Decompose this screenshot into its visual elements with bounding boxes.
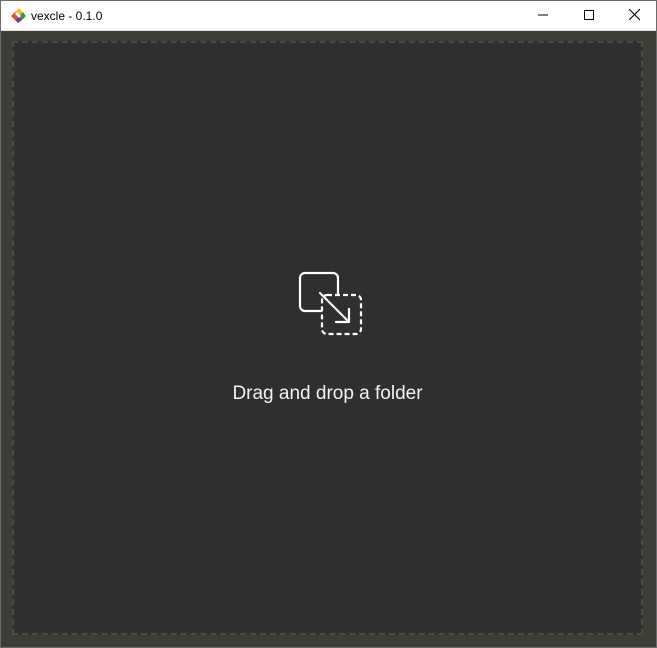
close-button[interactable] [611,1,657,30]
app-window: vexcle - 0.1.0 Drag and drop a folder [0,0,657,648]
close-icon [628,7,640,25]
maximize-button[interactable] [566,1,612,30]
drop-instruction: Drag and drop a folder [232,383,423,404]
title-bar[interactable]: vexcle - 0.1.0 [1,1,656,31]
window-title: vexcle - 0.1.0 [31,9,103,23]
maximize-icon [584,7,594,25]
drag-drop-icon [298,271,364,337]
main-content: Drag and drop a folder [1,31,656,647]
folder-drop-zone[interactable]: Drag and drop a folder [12,41,643,635]
minimize-icon [538,7,548,25]
vexcle-logo-icon [10,8,26,24]
minimize-button[interactable] [520,1,566,30]
